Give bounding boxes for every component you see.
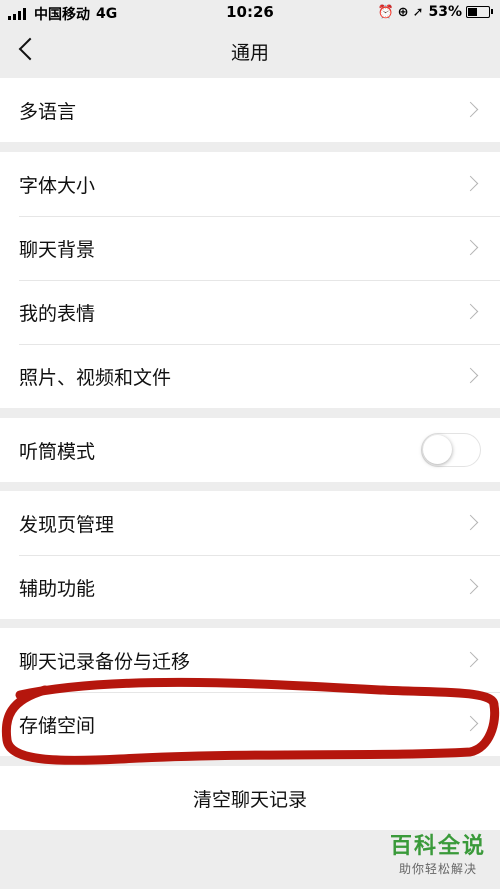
group-storage: 聊天记录备份与迁移 存储空间 (0, 628, 500, 756)
alarm-icon: ⏰ (377, 4, 394, 20)
settings-item-my-stickers[interactable]: 我的表情 (0, 280, 500, 344)
group-language: 多语言 (0, 78, 500, 142)
settings-item-earpiece-mode: 听筒模式 (0, 418, 500, 482)
chevron-right-icon (462, 101, 479, 118)
settings-item-discover-management[interactable]: 发现页管理 (0, 491, 500, 555)
battery-icon (466, 6, 493, 18)
settings-item-label: 存储空间 (19, 714, 96, 737)
chevron-right-icon (462, 578, 479, 595)
clear-chat-history-button[interactable]: 清空聊天记录 (0, 766, 500, 830)
chevron-right-icon (462, 651, 479, 668)
earpiece-mode-toggle[interactable] (421, 433, 481, 467)
page-title: 通用 (230, 42, 269, 64)
settings-item-accessibility[interactable]: 辅助功能 (0, 555, 500, 619)
group-display: 字体大小 聊天背景 我的表情 照片、视频和文件 (0, 152, 500, 408)
battery-percent: 53% (428, 4, 462, 20)
settings-item-label: 多语言 (19, 100, 77, 123)
settings-item-label: 发现页管理 (19, 513, 115, 536)
rotation-lock-icon: ⊕ (397, 4, 409, 20)
settings-item-label: 聊天背景 (19, 238, 96, 261)
location-icon: ➚ (412, 4, 424, 20)
nav-bar: 通用 (0, 24, 500, 78)
chevron-right-icon (462, 367, 479, 384)
settings-item-media-files[interactable]: 照片、视频和文件 (0, 344, 500, 408)
settings-item-label: 聊天记录备份与迁移 (19, 650, 191, 673)
settings-item-label: 辅助功能 (19, 577, 96, 600)
watermark-sub: 助你轻松解决 (398, 862, 477, 876)
settings-item-language[interactable]: 多语言 (0, 78, 500, 142)
settings-item-chat-background[interactable]: 聊天背景 (0, 216, 500, 280)
group-earpiece: 听筒模式 (0, 418, 500, 482)
group-clear: 清空聊天记录 (0, 766, 500, 830)
settings-item-label: 听筒模式 (19, 440, 96, 463)
clear-chat-history-label: 清空聊天记录 (192, 788, 307, 811)
chevron-right-icon (462, 514, 479, 531)
chevron-right-icon (462, 239, 479, 256)
settings-item-font-size[interactable]: 字体大小 (0, 152, 500, 216)
watermark-logo: 百科全说 助你轻松解决 (390, 828, 486, 877)
watermark-main: 百科全说 (389, 834, 486, 859)
status-right: ⏰ ⊕ ➚ 53% (373, 4, 493, 20)
status-bar: 中国移动 4G 10:26 ⏰ ⊕ ➚ 53% (0, 0, 500, 24)
chevron-right-icon (462, 303, 479, 320)
settings-item-chat-backup[interactable]: 聊天记录备份与迁移 (0, 628, 500, 692)
toggle-knob (423, 435, 452, 464)
settings-item-storage[interactable]: 存储空间 (0, 692, 500, 756)
settings-item-label: 照片、视频和文件 (19, 366, 172, 389)
chevron-right-icon (462, 175, 479, 192)
settings-item-label: 字体大小 (19, 174, 96, 197)
settings-item-label: 我的表情 (19, 302, 96, 325)
chevron-right-icon (462, 715, 479, 732)
group-discover: 发现页管理 辅助功能 (0, 491, 500, 619)
